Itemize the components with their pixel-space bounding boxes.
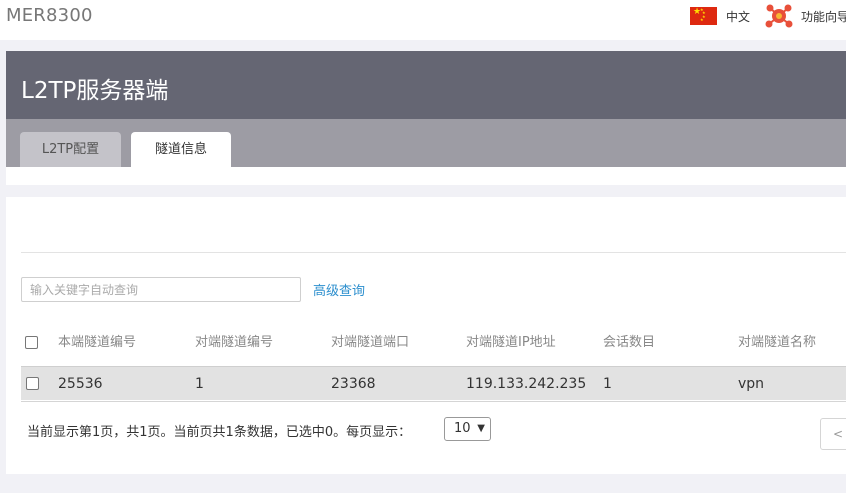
- tab-l2tp-config[interactable]: L2TP配置: [20, 132, 121, 167]
- table-bottom-border: [21, 401, 846, 402]
- top-bar: MER8300 ★ ★ ★ ★ ★ 中文 功能向导: [0, 0, 846, 40]
- column-header-peer-name[interactable]: 对端隧道名称: [738, 327, 816, 359]
- page-header: L2TP服务器端 L2TP配置 隧道信息: [6, 51, 846, 167]
- column-header-local-id[interactable]: 本端隧道编号: [58, 327, 136, 359]
- column-header-peer-port[interactable]: 对端隧道端口: [331, 327, 409, 359]
- cell-sessions: 1: [603, 376, 612, 392]
- column-header-sessions[interactable]: 会话数目: [603, 327, 655, 359]
- cell-peer-ip: 119.133.242.235: [466, 376, 587, 392]
- language-label: 中文: [726, 9, 751, 24]
- pagination-summary: 当前显示第1页，共1页。当前页共1条数据，已选中0。每页显示：: [27, 425, 412, 440]
- tunnel-info-panel: 高级查询 本端隧道编号 对端隧道编号 对端隧道端口 对端隧道IP地址 会话数目 …: [6, 197, 846, 474]
- page-size-value: 10: [454, 421, 471, 436]
- page-title: L2TP服务器端: [21, 78, 169, 104]
- language-switcher[interactable]: ★ ★ ★ ★ ★ 中文: [690, 6, 750, 26]
- cell-peer-id: 1: [195, 376, 204, 392]
- page-size-select[interactable]: 10 ▼: [444, 417, 491, 441]
- cell-peer-name: vpn: [738, 376, 765, 392]
- column-header-peer-id[interactable]: 对端隧道编号: [195, 327, 273, 359]
- chevron-down-icon: ▼: [477, 423, 485, 434]
- table-row[interactable]: 25536 1 23368 119.133.242.235 1 vpn: [21, 366, 846, 400]
- select-all-checkbox[interactable]: [25, 336, 38, 349]
- brand-logo-text: MER8300: [6, 5, 93, 26]
- cell-peer-port: 23368: [331, 376, 376, 392]
- tab-tunnel-info[interactable]: 隧道信息: [131, 132, 231, 167]
- divider: [21, 252, 846, 253]
- wizard-button[interactable]: 功能向导: [765, 3, 846, 29]
- advanced-search-link[interactable]: 高级查询: [313, 280, 365, 299]
- prev-page-button[interactable]: <: [820, 418, 846, 450]
- wizard-label: 功能向导: [801, 9, 846, 24]
- column-header-peer-ip[interactable]: 对端隧道IP地址: [466, 327, 556, 359]
- row-checkbox[interactable]: [26, 377, 39, 390]
- search-input[interactable]: [21, 277, 301, 302]
- wizard-icon: [765, 4, 793, 28]
- tab-strip: L2TP配置 隧道信息: [6, 119, 846, 167]
- table-header: 本端隧道编号 对端隧道编号 对端隧道端口 对端隧道IP地址 会话数目 对端隧道名…: [21, 327, 846, 363]
- china-flag-icon: ★ ★ ★ ★ ★: [690, 7, 717, 25]
- tab-content-top: [6, 167, 846, 185]
- cell-local-id: 25536: [58, 376, 103, 392]
